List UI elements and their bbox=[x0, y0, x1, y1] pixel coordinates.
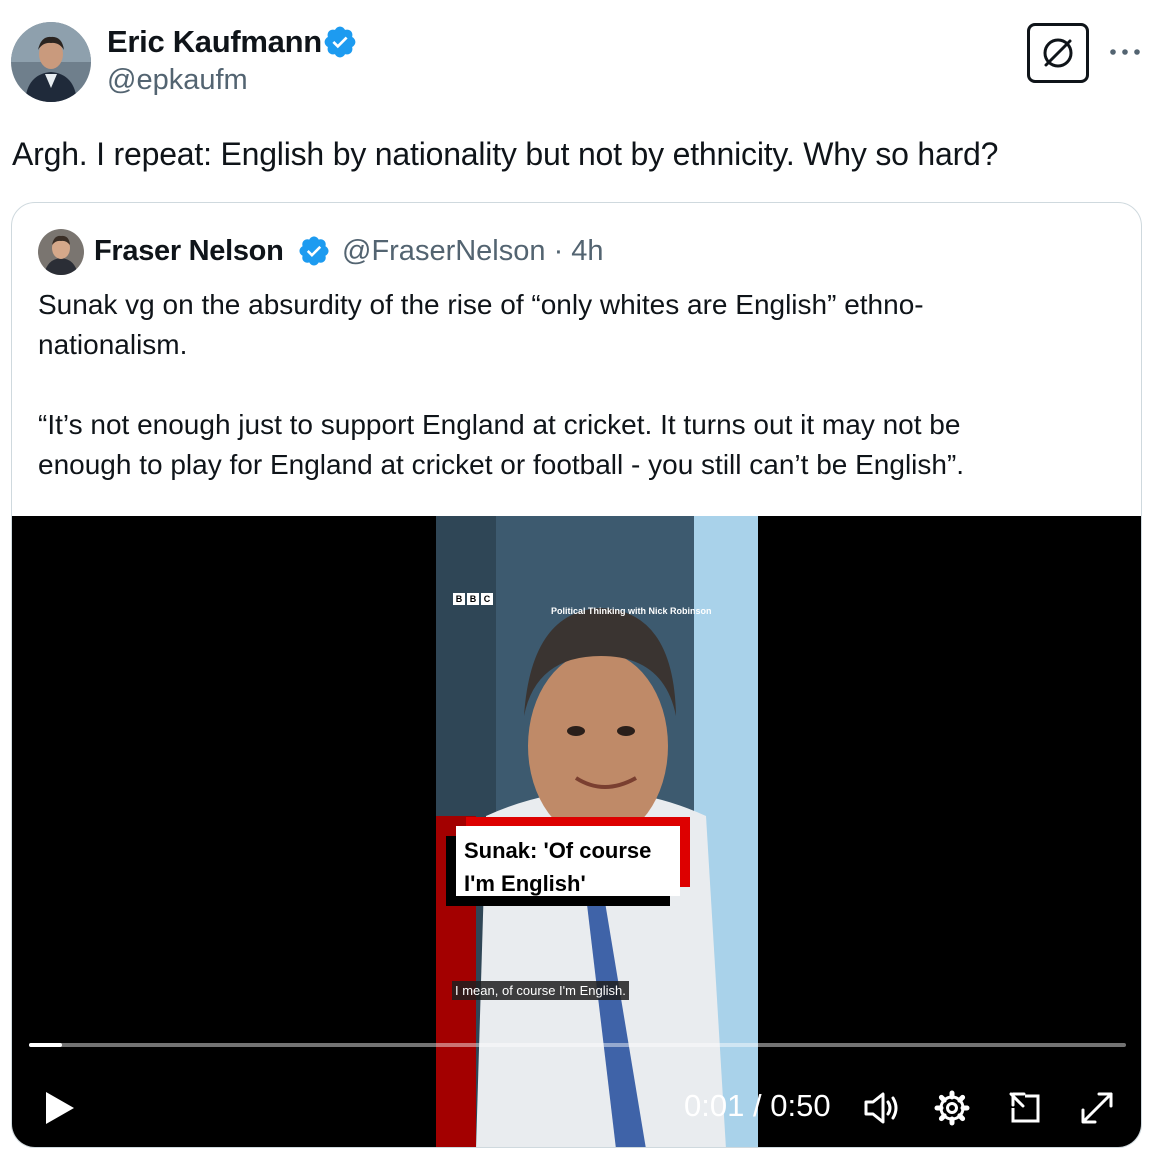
caption-line: I'm English' bbox=[464, 871, 586, 896]
volume-button[interactable] bbox=[861, 1088, 901, 1128]
video-frame: B B C Political Thinking with Nick Robin… bbox=[436, 516, 758, 1147]
quoted-text-line: Sunak vg on the absurdity of the rise of… bbox=[38, 289, 924, 320]
volume-icon bbox=[864, 1092, 898, 1124]
quoted-text-line: nationalism. bbox=[38, 329, 188, 360]
quoted-tweet-text: Sunak vg on the absurdity of the rise of… bbox=[38, 285, 1118, 485]
fullscreen-icon bbox=[1081, 1092, 1113, 1124]
tweet-text: Argh. I repeat: English by nationality b… bbox=[12, 136, 999, 172]
bbc-logo: B B C bbox=[453, 593, 493, 605]
author-name[interactable]: Eric Kaufmann bbox=[107, 24, 322, 60]
video-player[interactable]: B B C Political Thinking with Nick Robin… bbox=[12, 516, 1141, 1147]
quoted-text-line: enough to play for England at cricket or… bbox=[38, 449, 965, 480]
quoted-author-handle[interactable]: @FraserNelson bbox=[342, 235, 546, 267]
video-subtitle: I mean, of course I'm English. bbox=[452, 981, 629, 1000]
grok-button[interactable] bbox=[1027, 23, 1089, 83]
more-icon bbox=[1110, 49, 1140, 55]
video-time: 0:01 / 0:50 bbox=[684, 1088, 831, 1124]
quoted-tweet[interactable]: Fraser Nelson @FraserNelson · 4h Sunak v… bbox=[11, 202, 1142, 1148]
verified-badge-icon[interactable] bbox=[322, 24, 358, 60]
video-caption: Sunak: 'Of course I'm English' bbox=[446, 817, 690, 906]
author-avatar[interactable] bbox=[11, 22, 91, 102]
progress-fill bbox=[29, 1043, 62, 1047]
meta-separator: · bbox=[553, 235, 564, 267]
author-handle[interactable]: @epkaufm bbox=[107, 64, 248, 97]
bbc-logo-letter: B bbox=[467, 593, 479, 605]
quoted-text-line: “It’s not enough just to support England… bbox=[38, 409, 961, 440]
play-icon bbox=[46, 1092, 74, 1124]
current-time: 0:01 bbox=[684, 1088, 745, 1123]
caption-line: Sunak: 'Of course bbox=[464, 838, 652, 863]
settings-gear-icon bbox=[934, 1090, 970, 1126]
total-time: 0:50 bbox=[770, 1088, 831, 1123]
quoted-timestamp[interactable]: 4h bbox=[571, 235, 603, 267]
grok-icon bbox=[1043, 38, 1073, 68]
quoted-author-meta: @FraserNelson · 4h bbox=[342, 235, 604, 268]
more-options-button[interactable] bbox=[1105, 34, 1145, 70]
time-separator: / bbox=[752, 1088, 762, 1123]
progress-bar[interactable] bbox=[29, 1043, 1126, 1047]
program-title: Political Thinking with Nick Robinson bbox=[551, 606, 712, 616]
bbc-logo-letter: C bbox=[481, 593, 493, 605]
picture-in-picture-icon bbox=[1009, 1092, 1040, 1123]
settings-button[interactable] bbox=[932, 1088, 972, 1128]
verified-badge-icon[interactable] bbox=[297, 234, 331, 268]
picture-in-picture-button[interactable] bbox=[1005, 1088, 1045, 1128]
play-button[interactable] bbox=[40, 1088, 80, 1128]
caption-text: Sunak: 'Of course I'm English' bbox=[456, 826, 680, 896]
quoted-author-avatar[interactable] bbox=[38, 229, 84, 275]
quoted-author-name[interactable]: Fraser Nelson bbox=[94, 235, 284, 268]
fullscreen-button[interactable] bbox=[1077, 1088, 1117, 1128]
bbc-logo-letter: B bbox=[453, 593, 465, 605]
